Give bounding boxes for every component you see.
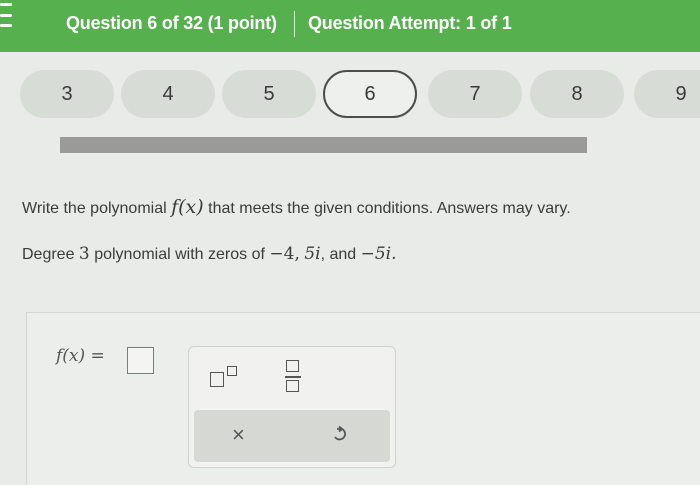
undo-icon[interactable]: [330, 425, 350, 445]
toolbar-actions: [194, 410, 390, 462]
question-conditions: Degree 3 polynomial with zeros of −4, 5i…: [22, 244, 692, 264]
zero-1: −4,: [269, 244, 300, 264]
question-nav-9[interactable]: 9: [634, 70, 700, 118]
clear-icon[interactable]: ×: [232, 424, 250, 446]
zero-3: −5i.: [360, 244, 397, 264]
progress-track: [60, 137, 587, 153]
prompt-function: f(x): [171, 196, 204, 218]
zeros-separator: , and: [320, 246, 361, 263]
menu-icon[interactable]: [0, 3, 12, 27]
header-bar: Question 6 of 32 (1 point) Question Atte…: [0, 0, 700, 52]
conditions-text-before: Degree: [22, 246, 79, 263]
conditions-text-middle: polynomial with zeros of: [89, 246, 270, 263]
question-nav-7[interactable]: 7: [428, 70, 522, 118]
prompt-text-after: that meets the given conditions. Answers…: [203, 200, 571, 217]
question-nav-4[interactable]: 4: [121, 70, 215, 118]
question-nav-3[interactable]: 3: [20, 70, 114, 118]
fraction-icon[interactable]: [285, 360, 301, 394]
question-nav-6[interactable]: 6: [323, 70, 417, 118]
zero-2: 5i: [304, 244, 321, 264]
exponent-icon[interactable]: [210, 366, 240, 388]
degree-value: 3: [78, 244, 90, 264]
prompt-text-before: Write the polynomial: [22, 200, 172, 217]
attempt-label: Question Attempt: 1 of 1: [308, 13, 512, 33]
question-progress-label: Question 6 of 32 (1 point): [66, 13, 277, 33]
question-prompt: Write the polynomial f(x) that meets the…: [22, 196, 692, 218]
header-divider: [294, 11, 295, 37]
question-nav-8[interactable]: 8: [530, 70, 624, 118]
question-nav-5[interactable]: 5: [222, 70, 316, 118]
answer-input[interactable]: [127, 347, 154, 374]
answer-lhs-label: f(x) =: [56, 346, 105, 366]
